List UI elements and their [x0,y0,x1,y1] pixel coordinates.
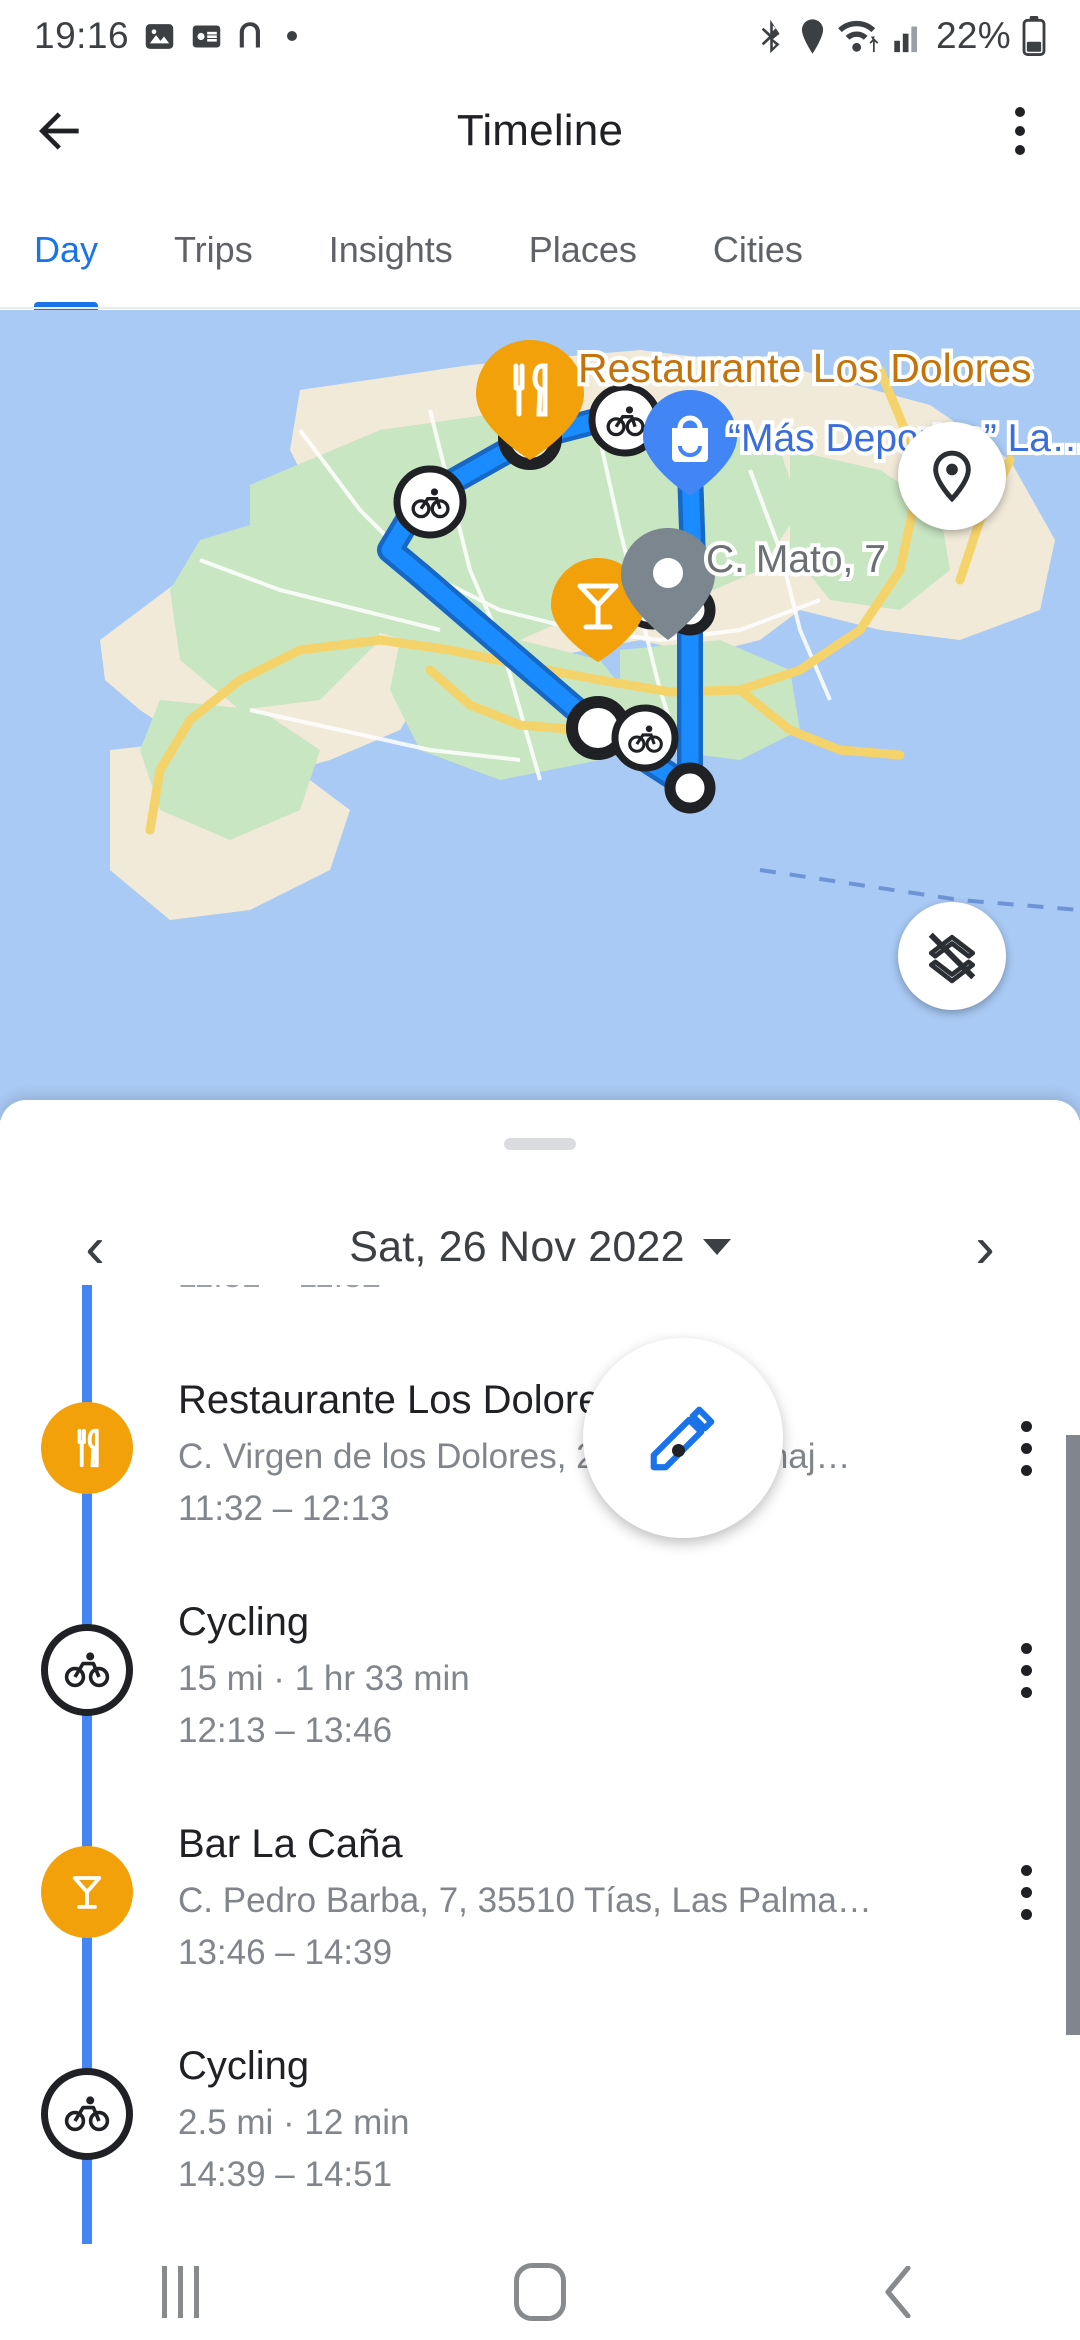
bluetooth-icon [756,18,787,55]
map-label-mato: C. Mato, 7 [706,538,886,581]
more-vert-icon [1015,107,1025,155]
page-title: Timeline [456,106,624,155]
home-button[interactable] [460,2244,620,2340]
map-view[interactable]: Restaurante Los Dolores Restaurante Los … [0,310,1080,1120]
cycling-icon [41,2068,133,2160]
back-chevron-icon [878,2265,922,2319]
entry-subtitle: 2.5 mi · 12 min [178,2103,410,2143]
cycling-waypoint [611,704,679,772]
tab-label: Trips [174,229,253,270]
list-item[interactable]: Cycling 2.5 mi · 12 min 14:39 – 14:51 [0,1999,1080,2221]
fab-anchor-dot [672,1444,685,1457]
entry-overflow-button[interactable] [1021,1643,1032,1698]
tab-label: Insights [328,229,453,270]
map-layers-button[interactable] [898,902,1006,1010]
chevron-left-icon: ‹ [85,1214,105,1280]
location-pin-icon [924,448,980,504]
recents-icon [161,2266,199,2318]
list-item[interactable]: Restaurante Los Dolores C. Virgen de los… [0,1333,1080,1555]
cycling-icon [41,1624,133,1716]
timeline-entry-body: Cycling 15 mi · 1 hr 33 min 12:13 – 13:4… [0,1555,1080,1777]
overflow-menu-button[interactable] [960,107,1080,155]
timeline-entry-icon [34,2061,140,2167]
timeline-entry-icon [34,1617,140,1723]
entry-time: 13:46 – 14:39 [178,1932,393,1972]
entry-time: 12:13 – 13:46 [178,1710,393,1750]
photo-icon [143,20,176,53]
home-icon [514,2263,566,2321]
bar-icon [41,1846,133,1938]
screen-root: 19:16 22% Timeline Day Trips Insights Pl… [0,0,1080,2340]
tab-day[interactable]: Day [0,190,136,310]
route-anchor [664,762,716,814]
system-back-button[interactable] [820,2244,980,2340]
tab-insights[interactable]: Insights [291,190,491,310]
status-bar: 19:16 22% [0,0,1080,72]
my-location-button[interactable] [898,422,1006,530]
status-bar-left: 19:16 [34,15,300,57]
timeline-clipped-entry: 11:31 – 11:32 [0,1285,1080,1333]
entry-time: 11:32 – 12:13 [178,1488,390,1528]
tab-label: Cities [712,229,803,270]
timeline-entry-icon [34,1839,140,1945]
pencil-icon [644,1399,722,1477]
entry-time: 14:39 – 14:51 [178,2154,393,2194]
map-label-restaurant: Restaurante Los Dolores [578,345,1032,391]
edit-fab[interactable] [583,1338,783,1538]
entry-title: Bar La Caña [178,1822,403,1866]
tab-label: Day [34,229,99,270]
location-icon [798,18,827,55]
tab-cities[interactable]: Cities [675,190,841,310]
restaurant-icon [41,1402,133,1494]
sheet-drag-handle[interactable] [504,1138,576,1150]
entry-subtitle: C. Pedro Barba, 7, 35510 Tías, Las Palma… [178,1881,872,1921]
entry-overflow-button[interactable] [1021,1421,1032,1476]
status-bar-clock: 19:16 [34,15,130,56]
layers-off-icon [923,927,981,985]
current-date-label: Sat, 26 Nov 2022 [349,1222,685,1271]
back-button[interactable] [0,103,120,159]
tab-bar-divider [0,307,1080,309]
entry-subtitle: C. Virgen de los Dolores, 21, 35560 Tina… [178,1437,851,1477]
timeline-entry-body: Restaurante Los Dolores C. Virgen de los… [0,1333,1080,1555]
timeline-list[interactable]: 11:31 – 11:32 Restaurante Los Dolores C.… [0,1285,1080,2260]
entry-title: Restaurante Los Dolores [178,1378,621,1422]
previous-day-button[interactable]: ‹ [50,1202,140,1292]
cycling-waypoint [393,465,467,539]
caret-down-icon [702,1239,731,1255]
tab-label: Places [528,229,637,270]
current-date-button[interactable]: Sat, 26 Nov 2022 [140,1223,940,1272]
entry-overflow-button[interactable] [1021,1865,1032,1920]
tab-bar: Day Trips Insights Places Cities [0,190,1080,310]
entry-title: Cycling [178,2044,310,2088]
timeline-scrollbar[interactable] [1066,1435,1080,2035]
nu-app-icon [237,20,270,53]
timeline-entry-body: Bar La Caña C. Pedro Barba, 7, 35510 Tía… [0,1777,1080,1999]
chevron-right-icon: › [975,1214,995,1280]
signal-icon [892,18,925,55]
system-nav-bar [0,2244,1080,2340]
list-item[interactable]: Cycling 15 mi · 1 hr 33 min 12:13 – 13:4… [0,1555,1080,1777]
battery-percent-label: 22% [936,15,1011,56]
next-day-button[interactable]: › [940,1202,1030,1292]
news-icon [190,20,223,53]
app-bar: Timeline [0,72,1080,190]
back-arrow-icon [32,103,88,159]
timeline-entry-body: Cycling 2.5 mi · 12 min 14:39 – 14:51 [0,1999,1080,2221]
timeline-inner: 11:31 – 11:32 Restaurante Los Dolores C.… [0,1285,1080,2260]
recents-button[interactable] [100,2244,260,2340]
battery-icon [1022,16,1046,56]
status-bar-right: 22% [756,15,1046,57]
clipped-time-label: 11:31 – 11:32 [178,1285,381,1296]
entry-subtitle: 15 mi · 1 hr 33 min [178,1659,470,1699]
tab-trips[interactable]: Trips [136,190,291,310]
dot-icon [284,28,300,44]
timeline-entry-icon [34,1395,140,1501]
entry-title: Cycling [178,1600,310,1644]
tab-places[interactable]: Places [491,190,675,310]
wifi-icon [838,18,881,55]
list-item[interactable]: Bar La Caña C. Pedro Barba, 7, 35510 Tía… [0,1777,1080,1999]
